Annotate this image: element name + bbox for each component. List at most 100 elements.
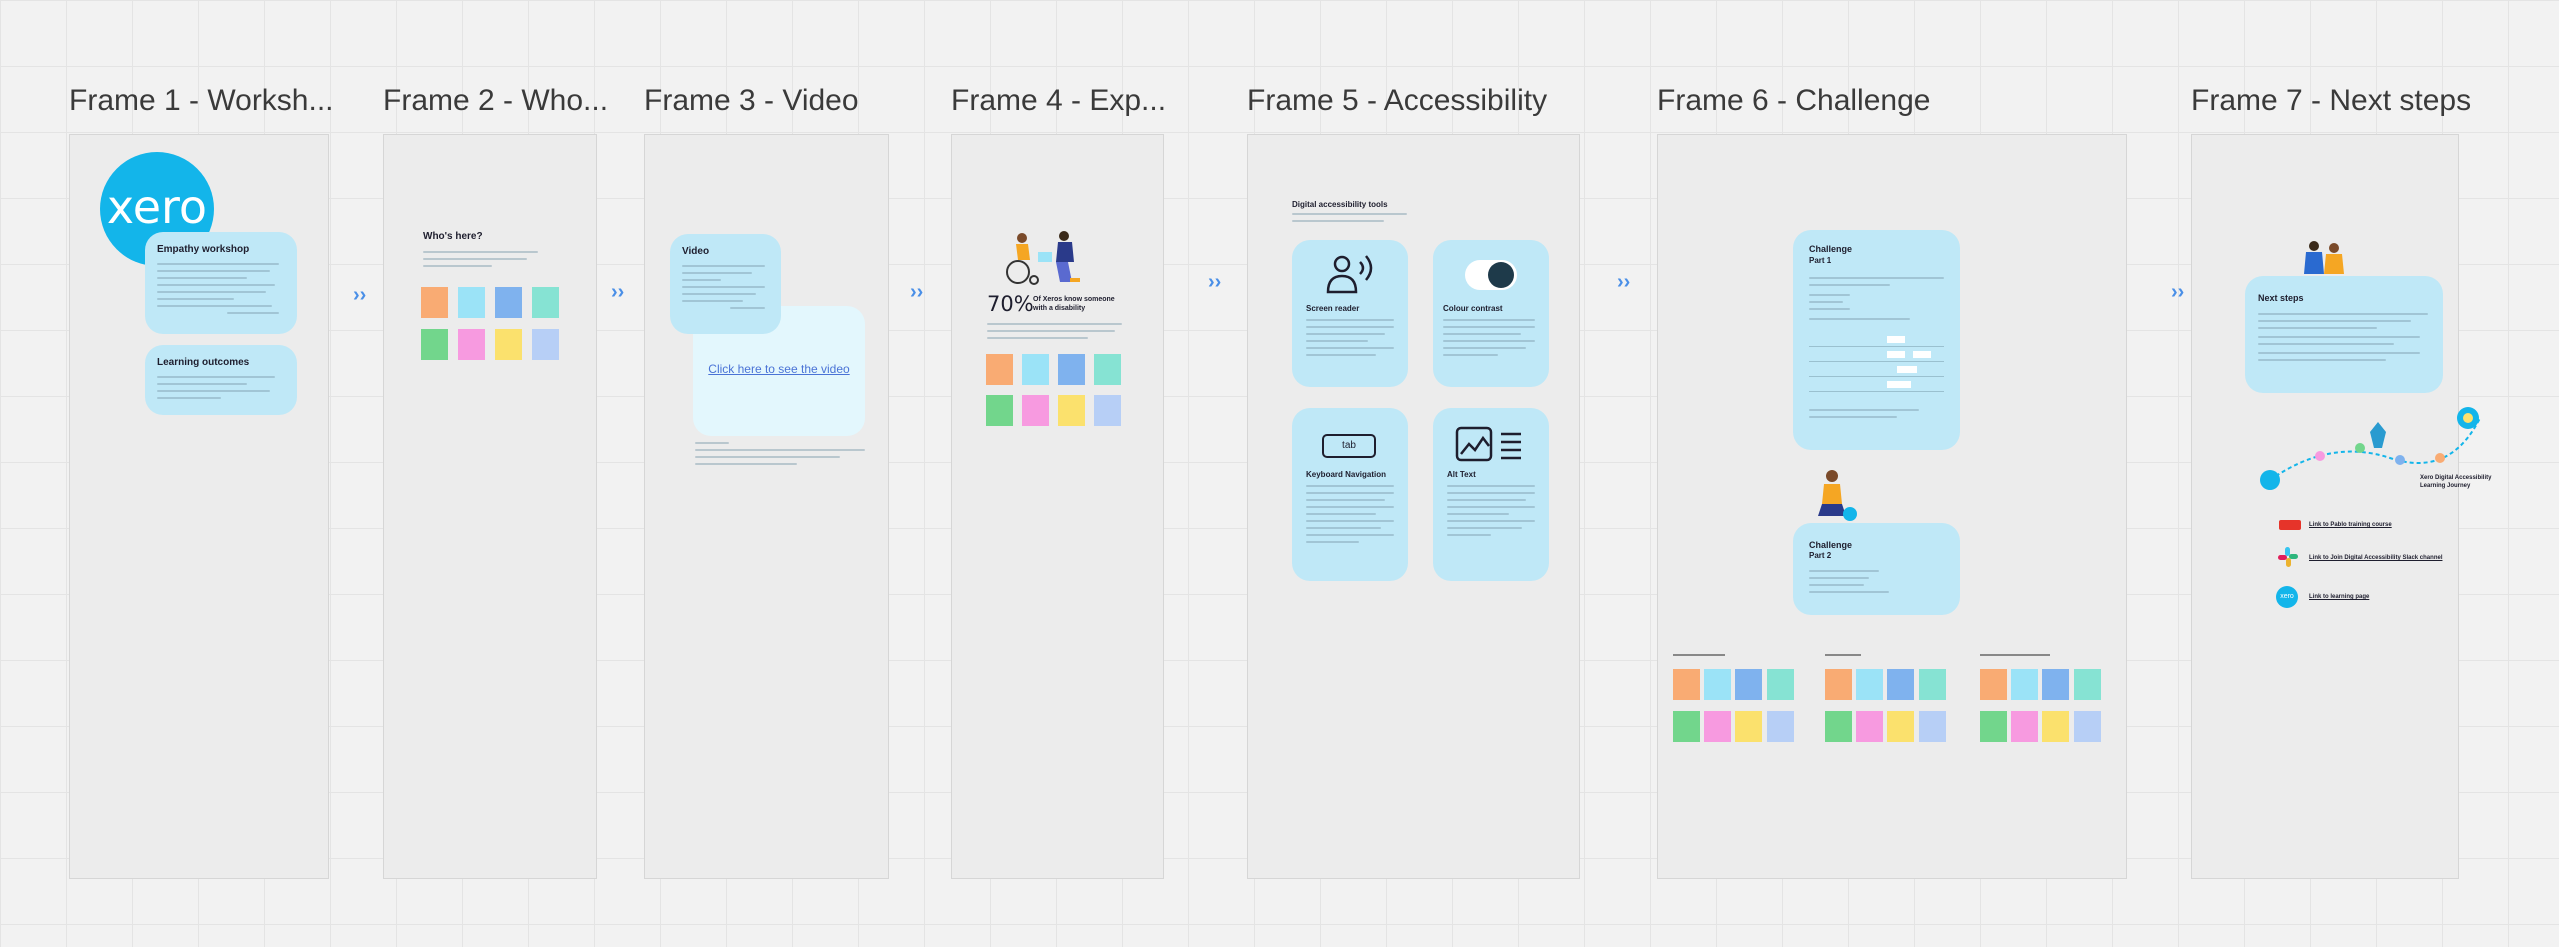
logo-text: xero <box>106 180 208 234</box>
frame-1-title[interactable]: Frame 1 - Worksh... <box>69 84 334 118</box>
frame-7-title[interactable]: Frame 7 - Next steps <box>2191 84 2471 118</box>
sticky-note[interactable] <box>1704 711 1731 742</box>
sticky-note[interactable] <box>1887 669 1914 700</box>
sticky-note[interactable] <box>421 287 448 318</box>
sticky-note[interactable] <box>1673 669 1700 700</box>
screen-reader-card[interactable]: Screen reader <box>1292 240 1408 387</box>
sticky-note[interactable] <box>1767 669 1794 700</box>
alt-text-card[interactable]: Alt Text <box>1433 408 1549 581</box>
challenge2-title: Challenge <box>1809 540 1853 550</box>
sticky-note[interactable] <box>1094 354 1121 385</box>
video-link[interactable]: Click here to see the video <box>693 362 865 376</box>
sticky-note[interactable] <box>458 329 485 360</box>
empathy-card[interactable]: Empathy workshop <box>145 232 297 334</box>
challenge2-part: Part 2 <box>1809 551 1832 560</box>
sticky-note[interactable] <box>1825 669 1852 700</box>
sticky-note[interactable] <box>1704 669 1731 700</box>
group-heading-line <box>1825 654 1861 656</box>
screen-reader-body <box>1306 314 1394 361</box>
sticky-note[interactable] <box>2074 711 2101 742</box>
sticky-grid-frame4 <box>986 354 1126 430</box>
link-slack-channel[interactable]: Link to Join Digital Accessibility Slack… <box>2309 555 2442 561</box>
frame-6-title[interactable]: Frame 6 - Challenge <box>1657 84 1930 118</box>
sticky-note[interactable] <box>2011 669 2038 700</box>
frame-4-title[interactable]: Frame 4 - Exp... <box>951 84 1166 118</box>
chevron-right-icon: ›› <box>611 281 625 303</box>
sticky-note[interactable] <box>495 329 522 360</box>
sticky-note[interactable] <box>532 329 559 360</box>
form-input[interactable] <box>1913 351 1931 358</box>
empathy-body <box>157 263 285 314</box>
sticky-grid-frame2 <box>421 287 561 363</box>
link-pablo-training[interactable]: Link to Pablo training course <box>2309 522 2392 528</box>
sticky-note[interactable] <box>1022 354 1049 385</box>
next-steps-title: Next steps <box>2258 293 2304 303</box>
sticky-note[interactable] <box>1058 395 1085 426</box>
frame-3-title[interactable]: Frame 3 - Video <box>644 84 859 118</box>
video-title: Video <box>682 246 710 257</box>
alt-text-body <box>1447 480 1535 541</box>
learning-outcomes-card[interactable]: Learning outcomes <box>145 345 297 415</box>
sticky-note[interactable] <box>1735 711 1762 742</box>
stat-value: 70% <box>987 292 1034 316</box>
next-steps-card[interactable]: Next steps <box>2245 276 2443 393</box>
chevron-right-icon: ›› <box>353 284 367 306</box>
keyboard-navigation-body <box>1306 480 1394 548</box>
sticky-note[interactable] <box>1919 669 1946 700</box>
link-learning-page[interactable]: Link to learning page <box>2309 594 2369 600</box>
video-card[interactable]: Video <box>670 234 781 334</box>
sticky-note[interactable] <box>458 287 485 318</box>
alt-text-title: Alt Text <box>1447 470 1476 479</box>
sticky-note[interactable] <box>1856 711 1883 742</box>
sticky-note[interactable] <box>1058 354 1085 385</box>
xero-small-logo-icon: xero <box>2276 586 2298 608</box>
wheelchair-illustration-icon <box>1006 231 1080 285</box>
keyboard-navigation-card[interactable]: tab Keyboard Navigation <box>1292 408 1408 581</box>
outcomes-title: Learning outcomes <box>157 357 250 368</box>
chevron-right-icon: ›› <box>1208 271 1222 293</box>
sticky-note[interactable] <box>495 287 522 318</box>
form-input[interactable] <box>1887 336 1905 343</box>
tab-key-label: tab <box>1342 440 1356 451</box>
accessibility-intro <box>1292 208 1407 227</box>
challenge-part1-card[interactable]: Challenge Part 1 <box>1793 230 1960 450</box>
sticky-note[interactable] <box>1887 711 1914 742</box>
sticky-note[interactable] <box>1673 711 1700 742</box>
toggle-contrast-icon <box>1465 260 1517 290</box>
sticky-note[interactable] <box>421 329 448 360</box>
keyboard-navigation-title: Keyboard Navigation <box>1306 470 1387 479</box>
chevron-right-icon: ›› <box>2171 281 2185 303</box>
sticky-note[interactable] <box>2011 711 2038 742</box>
sticky-note[interactable] <box>986 354 1013 385</box>
form-row <box>1809 334 1944 347</box>
sticky-note[interactable] <box>2042 711 2069 742</box>
challenge-part2-card[interactable]: Challenge Part 2 <box>1793 523 1960 615</box>
sticky-note[interactable] <box>2074 669 2101 700</box>
whos-here-title: Who's here? <box>423 231 483 242</box>
sticky-note[interactable] <box>532 287 559 318</box>
sticky-note[interactable] <box>1825 711 1852 742</box>
sticky-note[interactable] <box>1022 395 1049 426</box>
form-input[interactable] <box>1897 366 1917 373</box>
sticky-note[interactable] <box>1735 669 1762 700</box>
sticky-note[interactable] <box>1980 711 2007 742</box>
journey-label: Xero Digital Accessibility Learning Jour… <box>2420 475 2492 489</box>
form-input[interactable] <box>1887 381 1911 388</box>
frame-2-title[interactable]: Frame 2 - Who... <box>383 84 608 118</box>
colour-contrast-body <box>1443 314 1535 361</box>
group-heading-line <box>1673 654 1725 656</box>
chevron-right-icon: ›› <box>1617 271 1631 293</box>
sticky-note[interactable] <box>986 395 1013 426</box>
sticky-note[interactable] <box>1919 711 1946 742</box>
sticky-note[interactable] <box>1856 669 1883 700</box>
sticky-note[interactable] <box>2042 669 2069 700</box>
sticky-note[interactable] <box>1094 395 1121 426</box>
colour-contrast-card[interactable]: Colour contrast <box>1433 240 1549 387</box>
next-steps-body <box>2258 308 2428 366</box>
outcomes-body <box>157 376 285 399</box>
frame-5-title[interactable]: Frame 5 - Accessibility <box>1247 84 1547 118</box>
sticky-note[interactable] <box>1767 711 1794 742</box>
sticky-note[interactable] <box>1980 669 2007 700</box>
form-input[interactable] <box>1887 351 1905 358</box>
challenge1-form <box>1809 334 1944 396</box>
